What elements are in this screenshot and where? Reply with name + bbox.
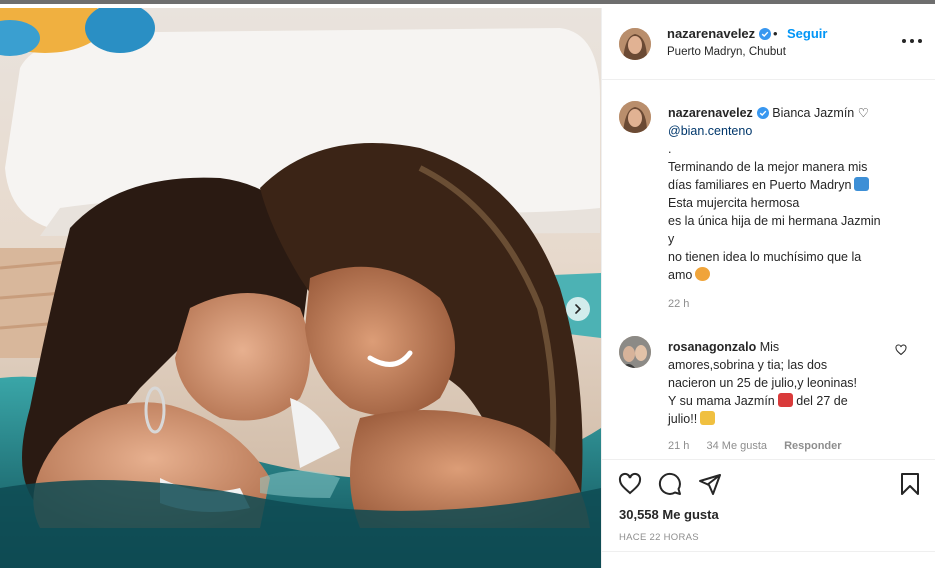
caption-text: nazarenavelez Bianca Jazmín ♡ @bian.cent… [668,104,908,284]
follow-button[interactable]: Seguir [787,26,827,41]
post-location[interactable]: Puerto Madryn, Chubut [667,46,786,58]
verified-badge-icon [756,107,769,119]
post-photo[interactable] [0,8,601,568]
comment-likes[interactable]: 34 Me gusta [706,440,767,452]
caption-mention[interactable]: @bian.centeno [668,122,908,140]
photo-illustration [0,8,601,568]
commenter-username[interactable]: rosanagonzalo [668,340,756,354]
bookmark-icon[interactable] [898,472,922,496]
reply-button[interactable]: Responder [784,440,841,452]
more-options-icon[interactable] [902,34,922,48]
comment-line: del 27 de [796,394,848,408]
likes-count[interactable]: 30,558 Me gusta [619,507,719,522]
caption-line: Bianca Jazmín ♡ [772,106,869,120]
praying-hands-emoji-icon [700,411,716,425]
heart-icon[interactable] [618,472,642,496]
smiling-face-emoji-icon [695,267,711,281]
comment-icon[interactable] [658,472,682,496]
comment-like-heart-icon[interactable] [895,344,907,356]
post-side-panel: nazarenavelez • Seguir Puerto Madryn, Ch… [601,8,935,568]
comment-line: amores,sobrina y tia; las dos [668,358,828,372]
wave-emoji-icon [854,177,870,191]
comment-text: rosanagonzalo Mis amores,sobrina y tia; … [668,338,893,428]
comment-line: julio!! [668,412,698,426]
heart-emoji-icon [777,393,793,407]
comment-line: Mis [759,340,780,354]
verified-badge-icon [759,28,772,40]
comments-section[interactable]: nazarenavelez Bianca Jazmín ♡ @bian.cent… [602,81,935,459]
comment-timestamp[interactable]: 21 h [668,440,689,452]
caption-line: . [668,142,672,156]
commenter-avatar[interactable] [619,336,651,368]
comment-meta: 21 h 34 Me gusta Responder [668,440,856,452]
caption-line: Terminando de la mejor manera mis [668,160,868,174]
caption-author-avatar[interactable] [619,101,651,133]
carousel-next-button[interactable] [566,297,590,321]
avatar-image [619,336,651,368]
avatar-image [619,101,651,133]
caption-line: días familiares en Puerto Madryn [668,178,852,192]
separator-dot: • [773,26,778,41]
caption-line: amo [668,268,693,282]
caption-timestamp[interactable]: 22 h [668,298,689,310]
author-avatar[interactable] [619,28,651,60]
author-username-text[interactable]: nazarenavelez [667,26,755,41]
post-timestamp[interactable]: HACE 22 HORAS [619,532,699,543]
caption-line: Esta mujercita hermosa [668,196,800,210]
post-header: nazarenavelez • Seguir Puerto Madryn, Ch… [602,8,935,80]
comment-line: nacieron un 25 de julio,y leoninas! [668,376,858,390]
caption-username[interactable]: nazarenavelez [668,106,753,120]
avatar-image [619,28,651,60]
add-comment-bar[interactable] [602,551,935,568]
paper-plane-icon[interactable] [698,472,722,496]
instagram-post-window: nazarenavelez • Seguir Puerto Madryn, Ch… [0,0,935,568]
caption-line: no tienen idea lo muchísimo que la [668,250,862,264]
author-username[interactable]: nazarenavelez [667,26,772,41]
comment-line: Y su mama Jazmín [668,394,775,408]
caption-line: y [668,232,675,246]
chevron-right-icon [575,304,582,314]
caption-line: es la única hija de mi hermana Jazmin [668,214,881,228]
